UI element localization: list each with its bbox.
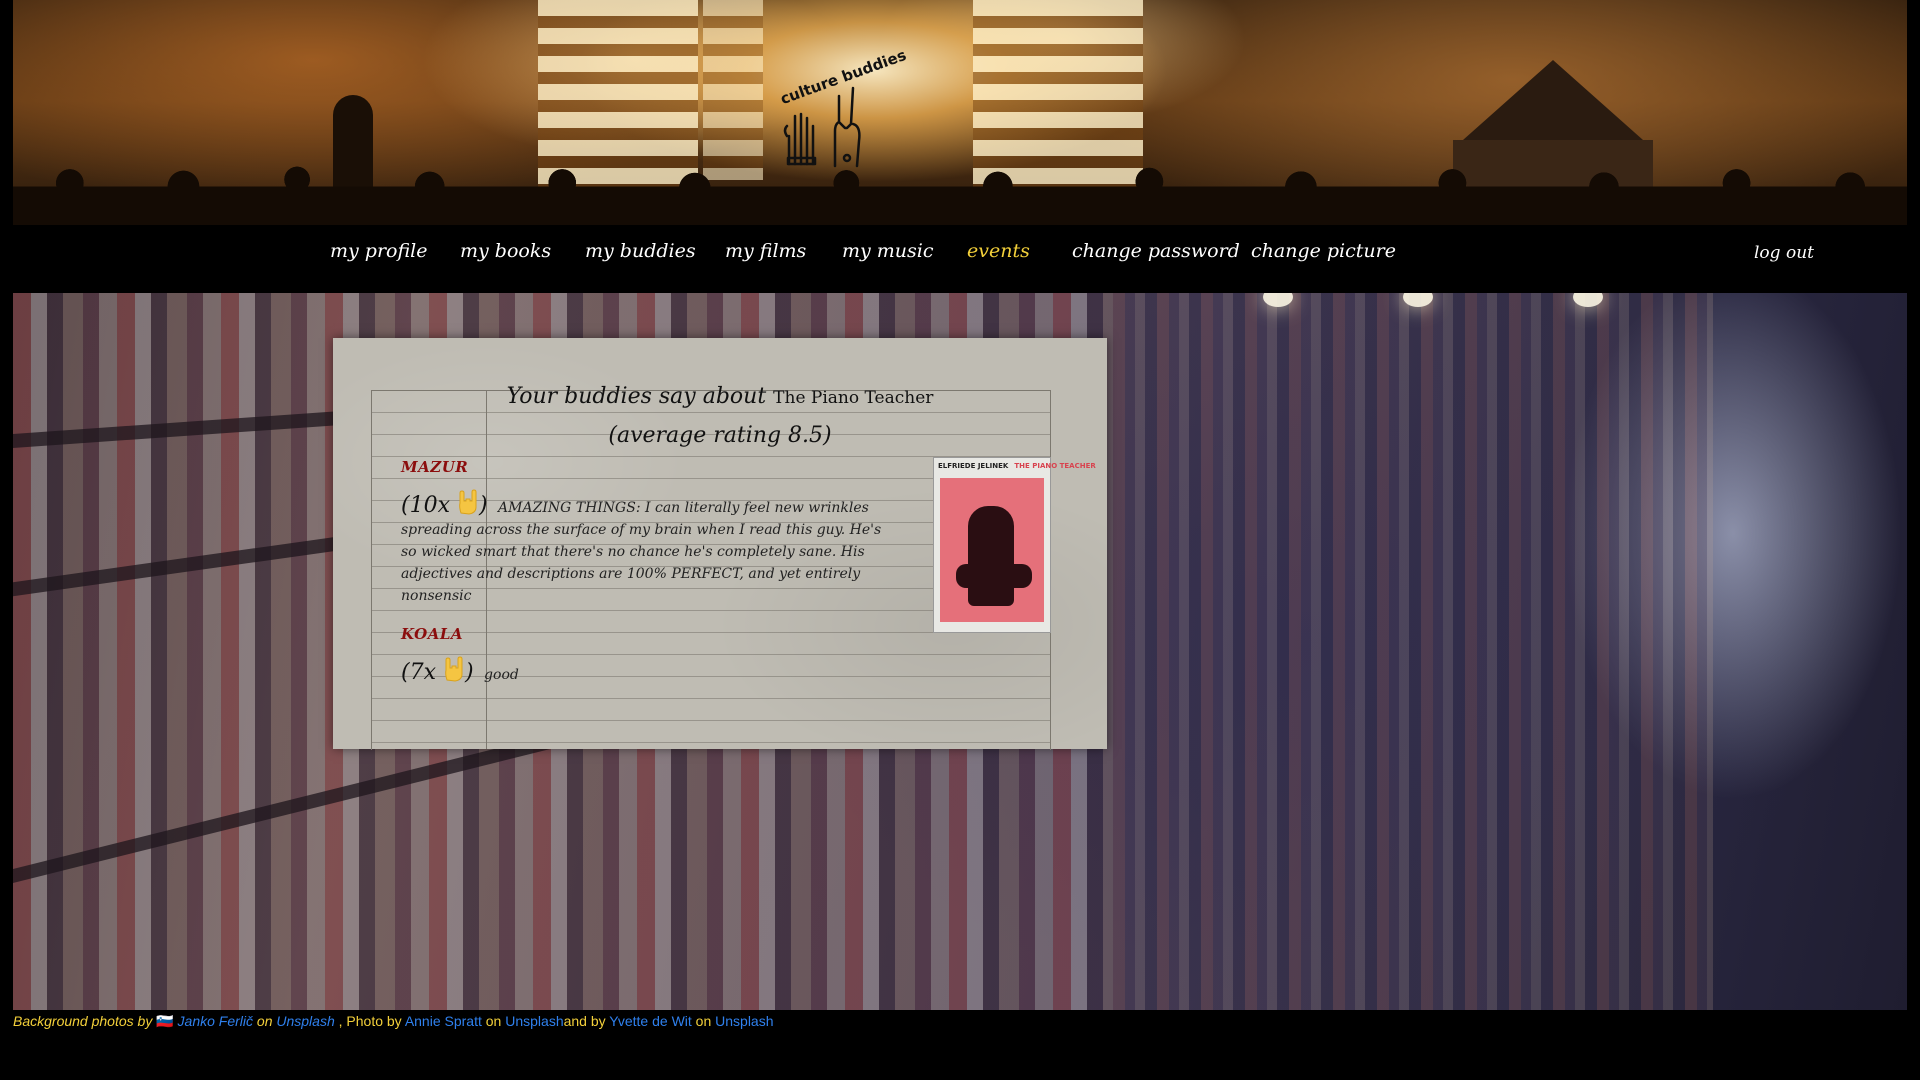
- book-title: The Piano Teacher: [773, 388, 934, 408]
- rock-hands-icon: [783, 86, 861, 168]
- rock-hand-icon: [445, 656, 463, 682]
- reviewer-name: MAZUR: [401, 458, 469, 476]
- nav-my-books[interactable]: my books: [460, 240, 551, 262]
- rock-hand-icon: [459, 489, 477, 515]
- review-entry: (10x ) AMAZING THINGS: I can literally f…: [401, 489, 901, 607]
- cover-title: THE PIANO TEACHER: [1014, 462, 1096, 470]
- cover-figure: [968, 506, 1014, 606]
- cover-header: ELFRIEDE JELINEK THE PIANO TEACHER: [938, 462, 1096, 470]
- book-cover[interactable]: ELFRIEDE JELINEK THE PIANO TEACHER: [933, 457, 1096, 633]
- credit-on: on: [485, 1013, 502, 1029]
- site-logo[interactable]: culture buddies: [773, 46, 909, 173]
- stage-lights: [703, 0, 763, 180]
- nav-my-profile[interactable]: my profile: [330, 240, 427, 262]
- logout-link[interactable]: log out: [1754, 243, 1814, 263]
- cover-author: ELFRIEDE JELINEK: [938, 462, 1009, 470]
- cover-image: [940, 478, 1044, 622]
- flag-icon: 🇸🇮: [156, 1013, 174, 1029]
- credit-link-annie[interactable]: Annie Spratt: [405, 1013, 482, 1029]
- reviewer-name: KOALA: [401, 625, 464, 643]
- average-rating: (average rating 8.5): [608, 423, 832, 448]
- review-entry: (7x ) good: [401, 656, 901, 686]
- credit-and-by: and by: [563, 1013, 606, 1029]
- nav-events[interactable]: events: [967, 240, 1030, 262]
- credit-link-yvette[interactable]: Yvette de Wit: [609, 1013, 691, 1029]
- tent-silhouette: [1463, 60, 1643, 140]
- credit-link-unsplash[interactable]: Unsplash: [715, 1013, 773, 1029]
- credit-on: on: [256, 1013, 273, 1029]
- credits-prefix: Background photos by: [13, 1013, 153, 1029]
- credit-link-unsplash[interactable]: Unsplash: [276, 1013, 334, 1029]
- credit-mid: , Photo by: [338, 1013, 402, 1029]
- crowd: [13, 155, 1907, 225]
- review-card: Your buddies say about The Piano Teacher…: [333, 338, 1107, 750]
- nav-my-films[interactable]: my films: [725, 240, 806, 262]
- cover-figure: [956, 564, 1032, 588]
- nav-my-music[interactable]: my music: [842, 240, 934, 262]
- nav-my-buddies[interactable]: my buddies: [585, 240, 696, 262]
- credit-link-unsplash[interactable]: Unsplash: [505, 1013, 563, 1029]
- rating-count: (10x ): [401, 489, 488, 518]
- photo-credits: Background photos by 🇸🇮 Janko Ferlič on …: [13, 1010, 1907, 1032]
- credit-on: on: [695, 1013, 712, 1029]
- rating-count: (7x ): [401, 656, 474, 685]
- title-prefix: Your buddies say about: [506, 384, 767, 409]
- bookshelf-background-right: [1113, 293, 1713, 1010]
- nav-change-password[interactable]: change password: [1072, 240, 1240, 262]
- header-banner: culture buddies: [13, 0, 1907, 225]
- review-text: good: [484, 667, 519, 683]
- credit-link-janko[interactable]: Janko Ferlič: [178, 1013, 253, 1029]
- review-card-title: Your buddies say about The Piano Teacher…: [333, 378, 1107, 455]
- main-nav: my profile my books my buddies my films …: [13, 225, 1907, 293]
- nav-change-picture[interactable]: change picture: [1251, 240, 1396, 262]
